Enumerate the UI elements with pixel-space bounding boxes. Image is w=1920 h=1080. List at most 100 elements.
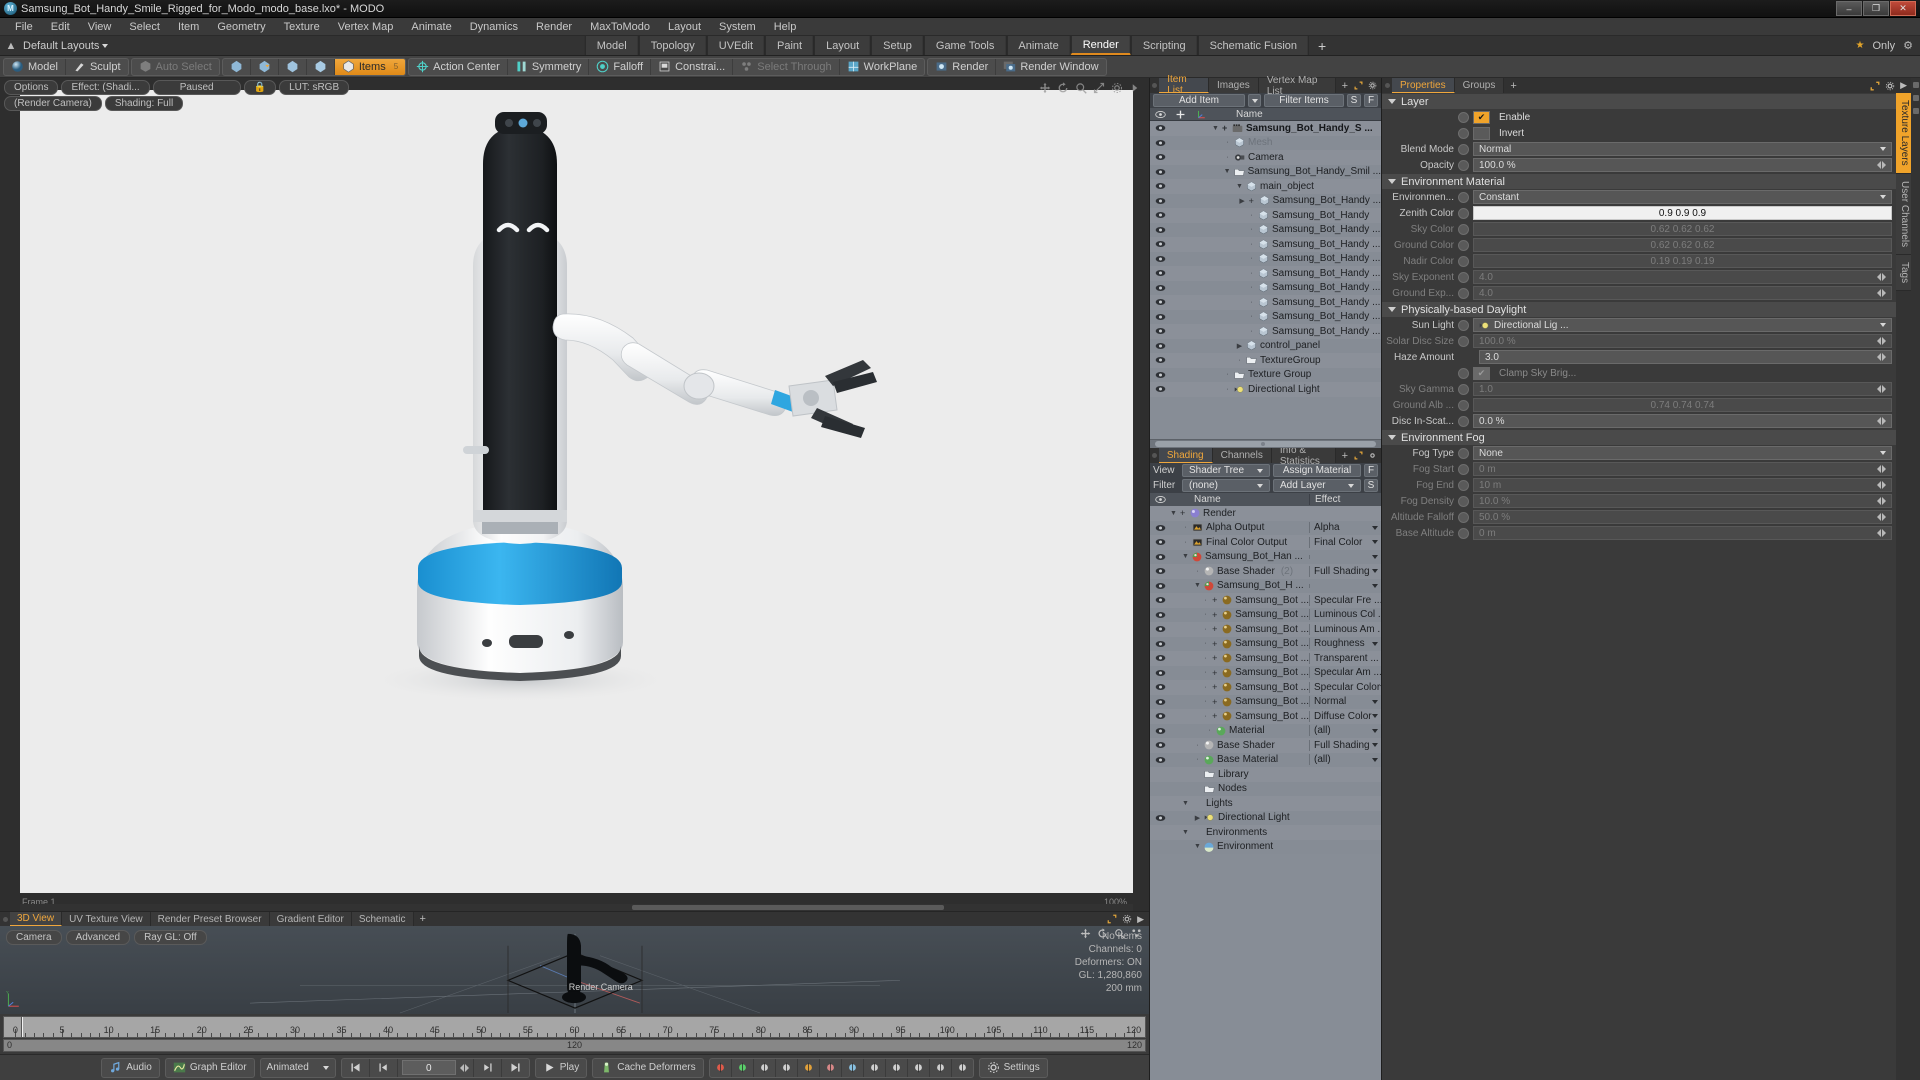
- disclosure-icon[interactable]: ▼: [1194, 843, 1201, 850]
- visibility-icon[interactable]: [1155, 611, 1166, 619]
- item-list-row[interactable]: · Samsung_Bot_Handy ...: [1150, 251, 1381, 266]
- visibility-icon[interactable]: [1155, 182, 1166, 190]
- visibility-icon[interactable]: [1155, 524, 1166, 532]
- properties-side-tab-user-channels[interactable]: User Channels: [1896, 173, 1911, 255]
- channel-knob[interactable]: [1458, 527, 1469, 539]
- plus-icon[interactable]: +: [1222, 123, 1229, 133]
- plus-icon[interactable]: +: [1212, 697, 1219, 707]
- chevron-down-icon[interactable]: [1372, 540, 1378, 545]
- viewport-options-button[interactable]: Options: [4, 80, 59, 95]
- item-list-scrollbar[interactable]: [1150, 439, 1381, 448]
- row-effect-cell[interactable]: Luminous Am ...: [1309, 623, 1381, 635]
- step-back-button[interactable]: [370, 1058, 398, 1077]
- row-effect-cell[interactable]: Specular Color: [1309, 681, 1381, 693]
- shader-tree-row[interactable]: · + Samsung_Bot ... Transparent ...: [1150, 651, 1381, 666]
- menu-item[interactable]: Item: [169, 18, 208, 36]
- row-visibility-toggle[interactable]: [1150, 197, 1170, 205]
- chevron-down-icon[interactable]: [1372, 728, 1378, 733]
- row-visibility-toggle[interactable]: [1150, 269, 1170, 277]
- property-spinner[interactable]: 0 m: [1473, 462, 1892, 476]
- disclosure-icon[interactable]: ▼: [1236, 183, 1243, 190]
- channel-knob[interactable]: [1458, 223, 1469, 235]
- disclosure-icon[interactable]: ·: [1248, 299, 1255, 306]
- row-effect-cell[interactable]: [1309, 583, 1381, 588]
- sculpt-mode-button[interactable]: Sculpt: [66, 59, 128, 75]
- chevron-down-icon[interactable]: [1372, 757, 1378, 762]
- ellipse-icon[interactable]: [820, 1058, 842, 1077]
- shader-tree-row[interactable]: · Base Shader Full Shading: [1150, 738, 1381, 753]
- shader-tree-row[interactable]: ▼ Environment: [1150, 839, 1381, 854]
- menu-help[interactable]: Help: [765, 18, 806, 36]
- layout-tab-render[interactable]: Render: [1070, 36, 1131, 55]
- item-list-row[interactable]: · Texture Group: [1150, 367, 1381, 382]
- go-to-end-button[interactable]: [502, 1059, 529, 1077]
- ik-icon[interactable]: [908, 1058, 930, 1077]
- row-visibility-toggle[interactable]: [1150, 139, 1170, 147]
- symmetry-button[interactable]: Symmetry: [508, 58, 590, 75]
- visibility-icon[interactable]: [1155, 567, 1166, 575]
- action-center-button[interactable]: Action Center: [409, 58, 508, 75]
- item-list-row[interactable]: · Mesh: [1150, 135, 1381, 150]
- disclosure-icon[interactable]: ▼: [1194, 582, 1201, 589]
- channel-knob[interactable]: [1458, 383, 1469, 395]
- minimize-button[interactable]: –: [1836, 1, 1862, 16]
- menu-select[interactable]: Select: [120, 18, 169, 36]
- spinner-arrows[interactable]: [1877, 513, 1886, 521]
- disclosure-icon[interactable]: ·: [1248, 226, 1255, 233]
- row-visibility-toggle[interactable]: [1150, 698, 1170, 706]
- constraint-button[interactable]: Constrai...: [651, 58, 734, 75]
- channel-knob[interactable]: [1458, 367, 1469, 379]
- disclosure-icon[interactable]: ·: [1224, 371, 1231, 378]
- cache-deformers-button[interactable]: Cache Deformers: [593, 1059, 702, 1077]
- view3d-button-ray-gl-off[interactable]: Ray GL: Off: [134, 930, 207, 945]
- layout-tab-model[interactable]: Model: [584, 36, 639, 55]
- settings-button[interactable]: Settings: [980, 1059, 1047, 1077]
- visibility-icon[interactable]: [1155, 313, 1166, 321]
- strip-icon[interactable]: [1912, 82, 1919, 88]
- item-list-row[interactable]: · Directional Light: [1150, 382, 1381, 397]
- current-frame-input[interactable]: 0: [401, 1060, 456, 1075]
- disclosure-icon[interactable]: ·: [1248, 212, 1255, 219]
- scrollbar-thumb[interactable]: [632, 905, 944, 910]
- row-effect-cell[interactable]: (all): [1309, 725, 1381, 737]
- row-effect-cell[interactable]: Roughness: [1309, 638, 1381, 650]
- row-visibility-toggle[interactable]: [1150, 741, 1170, 749]
- property-spinner[interactable]: 0.0 %: [1473, 414, 1892, 428]
- star-icon[interactable]: ★: [1856, 40, 1865, 51]
- disclosure-icon[interactable]: ·: [1248, 241, 1255, 248]
- graph-editor-button[interactable]: Graph Editor: [166, 1059, 254, 1077]
- disclosure-icon[interactable]: ·: [1206, 727, 1213, 734]
- channel-knob[interactable]: [1458, 255, 1469, 267]
- channel-knob[interactable]: [1458, 511, 1469, 523]
- visibility-icon[interactable]: [1155, 269, 1166, 277]
- row-visibility-toggle[interactable]: [1150, 356, 1170, 364]
- spinner-arrows[interactable]: [1877, 289, 1886, 297]
- channel-knob[interactable]: [1458, 143, 1469, 155]
- zoom-icon[interactable]: [1075, 82, 1087, 94]
- visibility-icon[interactable]: [1155, 683, 1166, 691]
- item-list-row[interactable]: · Samsung_Bot_Handy ...: [1150, 266, 1381, 281]
- item-list-row[interactable]: ▶ control_panel: [1150, 338, 1381, 353]
- visibility-icon[interactable]: [1155, 197, 1166, 205]
- shader-tree-row[interactable]: · + Samsung_Bot ... Specular Fre ...: [1150, 593, 1381, 608]
- last-key-icon[interactable]: [886, 1058, 908, 1077]
- property-spinner[interactable]: 1.0: [1473, 382, 1892, 396]
- item-list-row[interactable]: · Samsung_Bot_Handy ...: [1150, 324, 1381, 339]
- graph-icon[interactable]: [842, 1058, 864, 1077]
- menu-render[interactable]: Render: [527, 18, 581, 36]
- disclosure-icon[interactable]: ·: [1224, 139, 1231, 146]
- property-checkbox[interactable]: ✔: [1473, 366, 1490, 380]
- property-color-field[interactable]: 0.19 0.19 0.19: [1473, 254, 1892, 268]
- row-effect-cell[interactable]: Specular Fre ...: [1309, 594, 1381, 606]
- shader-tree-row[interactable]: ▼ + Render: [1150, 506, 1381, 521]
- disclosure-icon[interactable]: ·: [1236, 357, 1243, 364]
- visibility-icon[interactable]: [1155, 327, 1166, 335]
- view3d-tab-uv-texture-view[interactable]: UV Texture View: [62, 912, 151, 926]
- view3d-button-camera[interactable]: Camera: [6, 930, 62, 945]
- shader-tree-row[interactable]: · Alpha Output Alpha: [1150, 520, 1381, 535]
- close-button[interactable]: ✕: [1890, 1, 1916, 16]
- panel-drag-dot[interactable]: [0, 912, 10, 926]
- visibility-icon[interactable]: [1155, 669, 1166, 677]
- shader-tree-row[interactable]: ▼ Samsung_Bot_Han ...: [1150, 549, 1381, 564]
- disclosure-icon[interactable]: ·: [1202, 597, 1209, 604]
